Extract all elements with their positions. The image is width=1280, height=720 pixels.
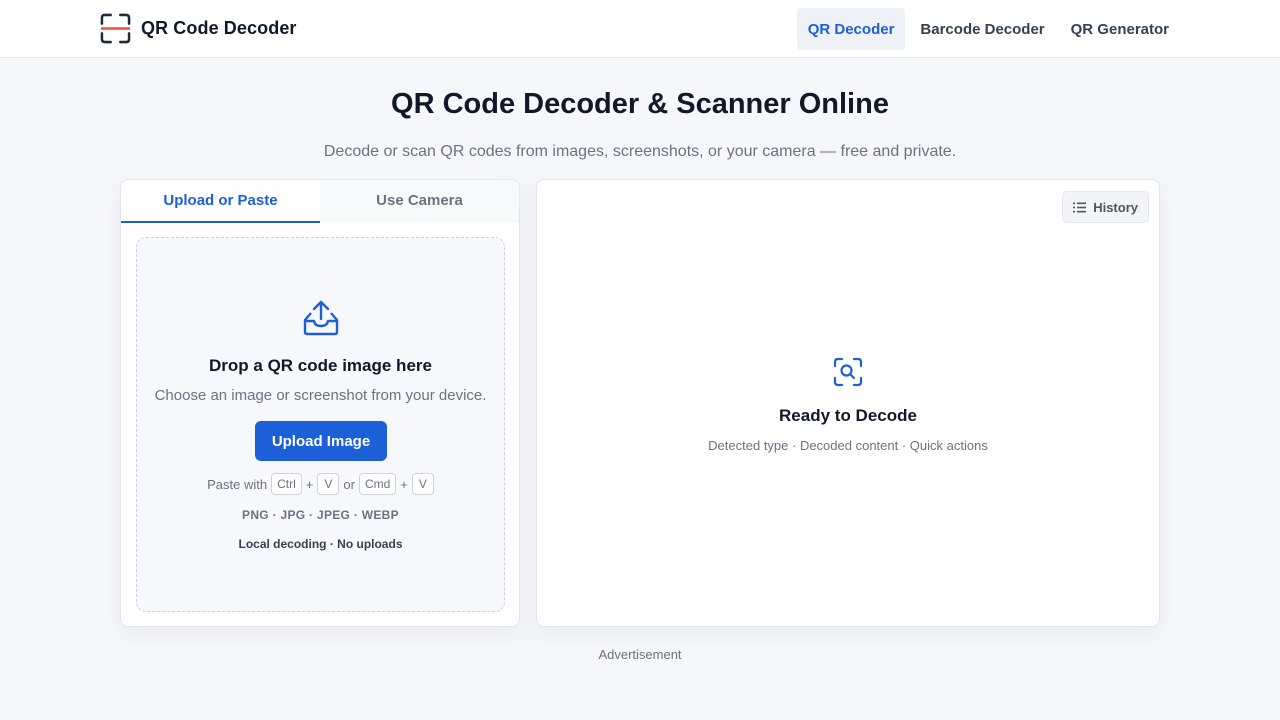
key-plus: + bbox=[305, 476, 314, 492]
brand[interactable]: QR Code Decoder bbox=[100, 13, 297, 44]
dropzone-subtitle: Choose an image or screenshot from your … bbox=[154, 387, 487, 404]
key-v: V bbox=[317, 473, 340, 495]
list-icon bbox=[1073, 202, 1087, 212]
inbox-upload-icon bbox=[303, 300, 339, 336]
key-ctrl: Ctrl bbox=[271, 473, 302, 495]
key-cmd: Cmd bbox=[358, 473, 397, 495]
image-dropzone[interactable]: Drop a QR code image here Choose an imag… bbox=[136, 237, 505, 612]
key-v: V bbox=[411, 473, 434, 495]
page-subtitle: Decode or scan QR codes from images, scr… bbox=[323, 143, 957, 160]
tab-use-camera[interactable]: Use Camera bbox=[320, 180, 519, 223]
key-plus: + bbox=[400, 476, 408, 492]
page-title: QR Code Decoder & Scanner Online bbox=[391, 88, 889, 120]
paste-shortcut-hint: Paste with Ctrl + V or Cmd + V bbox=[137, 473, 504, 495]
advertisement-label: Advertisement bbox=[598, 647, 682, 662]
nav-qr-generator[interactable]: QR Generator bbox=[1060, 8, 1180, 50]
tab-upload-or-paste[interactable]: Upload or Paste bbox=[121, 180, 320, 223]
scan-search-icon bbox=[833, 357, 863, 387]
input-panel: Upload or Paste Use Camera Drop a QR cod… bbox=[120, 179, 520, 627]
main-nav: QR Decoder Barcode Decoder QR Generator bbox=[796, 8, 1180, 50]
qr-scan-frame-icon bbox=[100, 13, 131, 44]
ready-title: Ready to Decode bbox=[779, 406, 917, 425]
top-bar: QR Code Decoder QR Decoder Barcode Decod… bbox=[0, 0, 1280, 58]
result-panel: History Ready to Decode Detected type · … bbox=[536, 179, 1160, 627]
history-button[interactable]: History bbox=[1062, 191, 1149, 223]
supported-formats: PNG · JPG · JPEG · WEBP bbox=[242, 508, 399, 522]
ready-subtitle: Detected type · Decoded content · Quick … bbox=[708, 438, 988, 453]
paste-prefix: Paste with bbox=[207, 476, 268, 492]
history-label: History bbox=[1093, 199, 1138, 215]
nav-qr-decoder[interactable]: QR Decoder bbox=[796, 8, 906, 50]
upload-image-button[interactable]: Upload Image bbox=[255, 421, 387, 461]
brand-name: QR Code Decoder bbox=[141, 18, 297, 38]
key-or: or bbox=[343, 476, 355, 492]
input-tabs: Upload or Paste Use Camera bbox=[121, 180, 519, 223]
nav-barcode-decoder[interactable]: Barcode Decoder bbox=[909, 8, 1055, 50]
dropzone-title: Drop a QR code image here bbox=[209, 356, 432, 375]
privacy-note: Local decoding · No uploads bbox=[238, 537, 403, 551]
